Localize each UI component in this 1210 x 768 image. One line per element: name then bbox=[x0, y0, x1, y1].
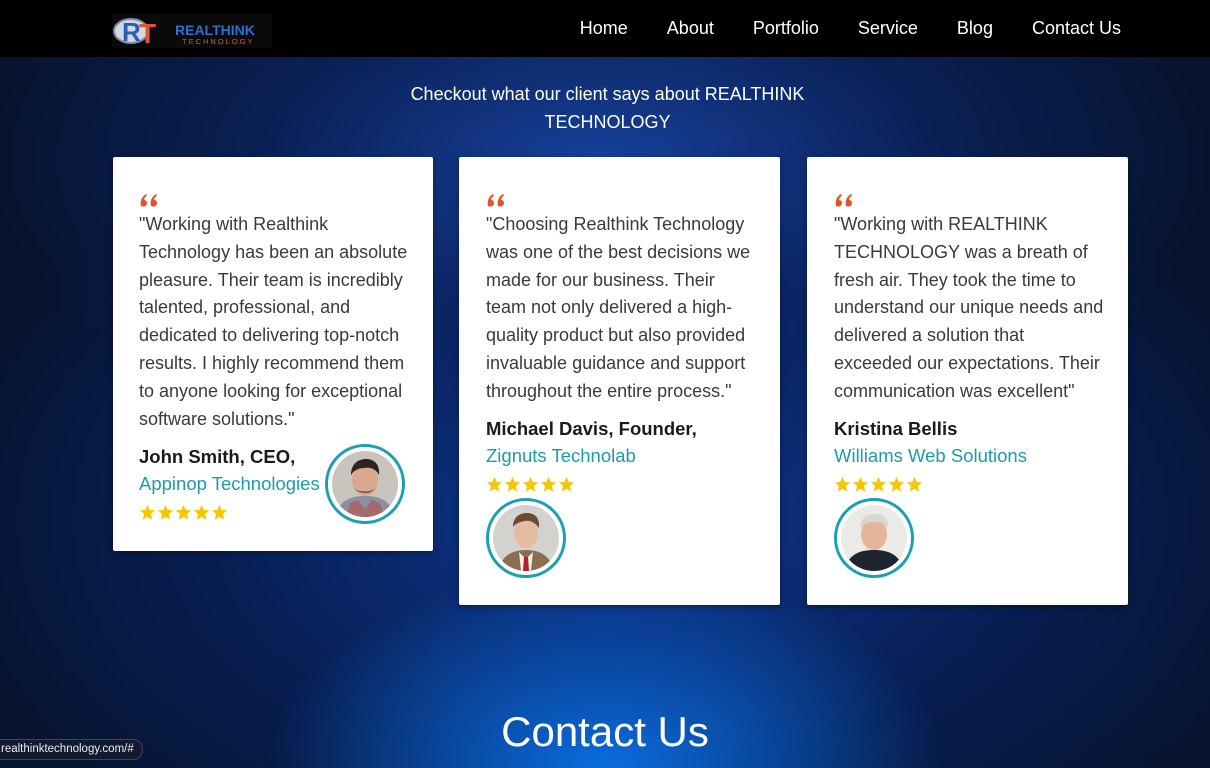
star-icon bbox=[522, 476, 539, 492]
star-icon bbox=[175, 504, 192, 520]
top-navbar: R T REALTHINK TECHNOLOGY Home About Port… bbox=[0, 0, 1210, 57]
testimonial-card: "Choosing Realthink Technology was one o… bbox=[459, 157, 780, 605]
nav-home[interactable]: Home bbox=[580, 18, 628, 39]
quote-icon bbox=[487, 194, 504, 207]
nav-service[interactable]: Service bbox=[858, 18, 918, 39]
main-nav: Home About Portfolio Service Blog Contac… bbox=[541, 0, 1121, 57]
star-icon bbox=[834, 476, 851, 492]
avatar bbox=[486, 498, 566, 578]
star-icon bbox=[504, 476, 521, 492]
testimonial-author: Kristina Bellis bbox=[834, 418, 958, 439]
svg-text:T: T bbox=[139, 18, 156, 48]
brand-logo[interactable]: R T REALTHINK TECHNOLOGY bbox=[112, 14, 272, 48]
svg-text:TECHNOLOGY: TECHNOLOGY bbox=[182, 37, 255, 46]
testimonial-company[interactable]: Zignuts Technolab bbox=[486, 445, 636, 467]
star-icon bbox=[211, 504, 228, 520]
star-icon bbox=[157, 504, 174, 520]
status-bar-url: realthinktechnology.com/# bbox=[0, 739, 143, 760]
avatar bbox=[834, 498, 914, 578]
testimonial-quote: "Working with REALTHINK TECHNOLOGY was a… bbox=[834, 214, 1104, 401]
star-icon bbox=[193, 504, 210, 520]
nav-about[interactable]: About bbox=[667, 18, 714, 39]
avatar bbox=[325, 444, 405, 524]
testimonial-company[interactable]: Appinop Technologies bbox=[139, 473, 320, 495]
testimonial-quote: "Choosing Realthink Technology was one o… bbox=[486, 214, 751, 401]
testimonial-author: John Smith, CEO, bbox=[139, 446, 296, 467]
star-icon bbox=[888, 476, 905, 492]
star-rating bbox=[834, 476, 923, 493]
testimonial-card: "Working with REALTHINK TECHNOLOGY was a… bbox=[807, 157, 1128, 605]
quote-icon bbox=[835, 194, 852, 207]
star-icon bbox=[852, 476, 869, 492]
quote-icon bbox=[140, 194, 157, 207]
star-icon bbox=[486, 476, 503, 492]
nav-contact-us[interactable]: Contact Us bbox=[1032, 18, 1121, 39]
nav-portfolio[interactable]: Portfolio bbox=[753, 18, 819, 39]
star-icon bbox=[139, 504, 156, 520]
star-icon bbox=[906, 476, 923, 492]
star-rating bbox=[486, 476, 575, 493]
testimonial-card: "Working with Realthink Technology has b… bbox=[113, 157, 433, 551]
star-icon bbox=[870, 476, 887, 492]
contact-heading: Contact Us bbox=[501, 708, 709, 755]
star-icon bbox=[540, 476, 557, 492]
testimonial-quote: "Working with Realthink Technology has b… bbox=[139, 214, 408, 429]
nav-blog[interactable]: Blog bbox=[957, 18, 993, 39]
testimonial-company[interactable]: Williams Web Solutions bbox=[834, 445, 1027, 467]
star-rating bbox=[139, 504, 228, 521]
svg-text:REALTHINK: REALTHINK bbox=[175, 22, 255, 38]
testimonials-heading: Checkout what our client says about REAL… bbox=[410, 84, 805, 132]
star-icon bbox=[558, 476, 575, 492]
testimonial-author: Michael Davis, Founder, bbox=[486, 418, 697, 439]
